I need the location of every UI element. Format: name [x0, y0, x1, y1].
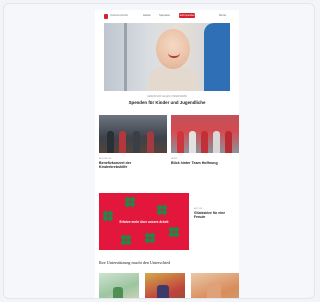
- person-figure: [119, 131, 126, 153]
- news-title-1[interactable]: Benefizkonzert der Kinderkrebshilfe: [99, 161, 159, 169]
- story-thumbnail-3[interactable]: [191, 273, 239, 298]
- promo-side-title[interactable]: Glücksklee für eine Freude: [194, 211, 234, 219]
- news-kicker-2: NEWS: [171, 158, 178, 160]
- menu-button[interactable]: Menü: [219, 14, 226, 17]
- top-navigation: Kinderkrebshilfe Helfen Spenden Jetzt sp…: [95, 10, 239, 22]
- person-figure: [207, 283, 221, 298]
- person-figure: [213, 131, 220, 153]
- story-thumbnail-1[interactable]: [99, 273, 139, 298]
- iv-pole: [124, 23, 127, 91]
- nav-link-helfen[interactable]: Helfen: [143, 14, 151, 17]
- promo-banner-text: Erfahre mehr über unsere Arbeit: [119, 220, 169, 224]
- person-figure: [225, 131, 232, 153]
- browser-card: Kinderkrebshilfe Helfen Spenden Jetzt sp…: [3, 3, 315, 299]
- person-figure: [113, 287, 123, 298]
- person-figure: [177, 131, 184, 153]
- nav-link-spenden[interactable]: Spenden: [159, 14, 170, 17]
- promo-banner[interactable]: Erfahre mehr über unsere Arbeit: [99, 193, 189, 250]
- site-logo[interactable]: Kinderkrebshilfe: [104, 13, 128, 19]
- clover-icon: [169, 227, 179, 237]
- logo-heart-icon: [104, 13, 109, 19]
- clover-icon: [121, 235, 131, 245]
- donate-button[interactable]: Jetzt spenden: [179, 13, 195, 18]
- promo-side-kicker: AKTION: [194, 208, 203, 210]
- person-figure: [157, 285, 169, 298]
- adult-figure: [204, 23, 230, 91]
- news-image-team[interactable]: [171, 115, 239, 153]
- news-kicker-1: AKTUELLES: [99, 158, 112, 160]
- child-body: [148, 67, 198, 91]
- story-thumbnail-2[interactable]: [145, 273, 185, 298]
- webpage: Kinderkrebshilfe Helfen Spenden Jetzt sp…: [95, 10, 239, 298]
- news-image-concert[interactable]: [99, 115, 167, 153]
- logo-text: Kinderkrebshilfe: [110, 13, 128, 17]
- hero-title: Spenden für Kinder und Jugendliche: [128, 100, 206, 105]
- hero-image: [104, 23, 230, 91]
- clover-icon: [157, 205, 167, 215]
- person-figure: [107, 131, 114, 153]
- clover-icon: [145, 233, 155, 243]
- clover-icon: [125, 197, 135, 207]
- news-title-2[interactable]: Blick hinter Team Hoffnung: [171, 161, 231, 165]
- smiling-child: [156, 29, 190, 69]
- person-figure: [189, 131, 196, 153]
- person-figure: [147, 131, 154, 153]
- person-figure: [201, 131, 208, 153]
- person-figure: [133, 131, 140, 153]
- section-title: Ihre Unterstützung macht den Unterschied: [99, 260, 171, 265]
- hero-kicker: GEMEINSAM GEGEN KINDERKREBS: [146, 96, 188, 98]
